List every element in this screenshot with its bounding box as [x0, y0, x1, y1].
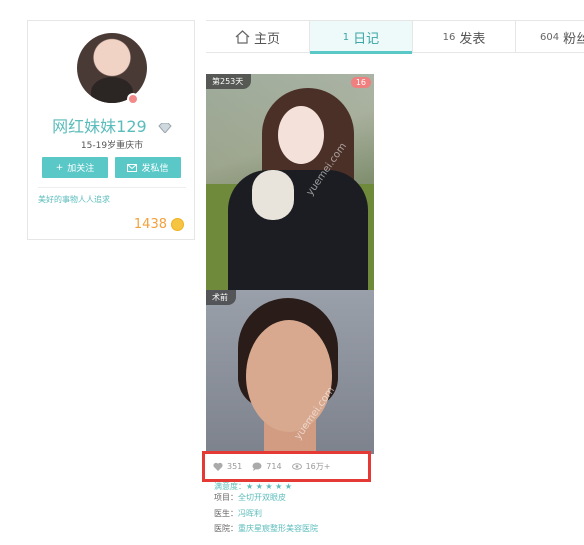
rating-label: 满意度： [214, 482, 246, 491]
image-count-badge: 16 [350, 77, 371, 88]
project-line: 项目：全切开双眼皮 [214, 492, 286, 503]
tab-home-label: 主页 [253, 31, 280, 47]
diary-card[interactable]: yuemei.com 第253天 16 yuemei.com 术前 [206, 74, 374, 454]
profile-card: 网红妹妹129 15-19岁重庆市 + 加关注 发私信 美好的事物人人追求 14… [27, 20, 195, 240]
hospital-label: 医院： [214, 524, 238, 533]
before-tag: 术前 [206, 290, 236, 305]
comment-icon [252, 462, 262, 471]
tab-fans[interactable]: 604 粉丝 [516, 21, 584, 53]
comments-stat[interactable]: 714 [252, 462, 282, 471]
points-row: 1438 [134, 217, 184, 232]
coin-icon [171, 218, 184, 231]
message-label: 发私信 [141, 164, 169, 174]
views-count: 16万+ [305, 462, 331, 471]
avatar-badge-icon [127, 93, 139, 105]
doctor-link[interactable]: 冯晖利 [238, 509, 262, 518]
profile-tabs: 主页 1 日记 16 发表 604 粉丝 [206, 20, 584, 54]
username[interactable]: 网红妹妹129 [52, 117, 147, 136]
divider [38, 187, 186, 188]
doctor-line: 医生：冯晖利 [214, 508, 262, 519]
home-icon [235, 30, 250, 44]
tab-diary-count: 1 [342, 31, 350, 43]
views-stat: 16万+ [291, 461, 331, 472]
tab-diary[interactable]: 1 日记 [310, 21, 413, 54]
rating-row: 满意度：★ ★ ★ ★ ★ [214, 481, 292, 492]
likes-count: 351 [227, 462, 243, 471]
tab-posts-label: 发表 [459, 31, 486, 47]
project-label: 项目： [214, 493, 238, 502]
photo-collar [252, 170, 294, 220]
photo-face [278, 106, 324, 164]
photo-jacket [228, 170, 368, 290]
follow-label: 加关注 [67, 164, 95, 174]
tab-fans-label: 粉丝 [563, 31, 584, 47]
after-photo[interactable]: yuemei.com 第253天 16 [206, 74, 374, 290]
message-button[interactable]: 发私信 [115, 157, 181, 178]
user-meta: 15-19岁重庆市 [80, 141, 144, 151]
heart-icon [213, 462, 223, 471]
vip-diamond-icon [158, 122, 172, 133]
eye-icon [291, 463, 302, 470]
diary-stats-row: 351 714 16万+ [202, 451, 371, 482]
hospital-link[interactable]: 重庆星宸整形美容医院 [238, 524, 318, 533]
rating-stars: ★ ★ ★ ★ ★ [246, 482, 293, 491]
follow-button[interactable]: + 加关注 [42, 157, 108, 178]
username-row: 网红妹妹129 [28, 113, 196, 137]
avatar[interactable] [77, 33, 147, 103]
points-value: 1438 [133, 217, 167, 232]
plus-icon: + [55, 162, 64, 173]
avatar-wrap[interactable] [77, 33, 147, 105]
bio-text: 美好的事物人人追求 [38, 195, 110, 204]
day-tag: 第253天 [206, 74, 252, 89]
tab-diary-label: 日记 [353, 31, 380, 47]
envelope-icon [127, 163, 138, 172]
tab-home[interactable]: 主页 [206, 21, 310, 53]
tab-fans-count: 604 [540, 31, 560, 43]
hospital-line: 医院：重庆星宸整形美容医院 [214, 523, 318, 534]
comments-count: 714 [266, 462, 282, 471]
likes-stat[interactable]: 351 [213, 462, 242, 471]
project-link[interactable]: 全切开双眼皮 [238, 493, 286, 502]
tab-posts[interactable]: 16 发表 [413, 21, 516, 53]
before-photo[interactable]: yuemei.com 术前 [206, 290, 374, 454]
tab-posts-count: 16 [442, 31, 456, 43]
doctor-label: 医生： [214, 509, 238, 518]
